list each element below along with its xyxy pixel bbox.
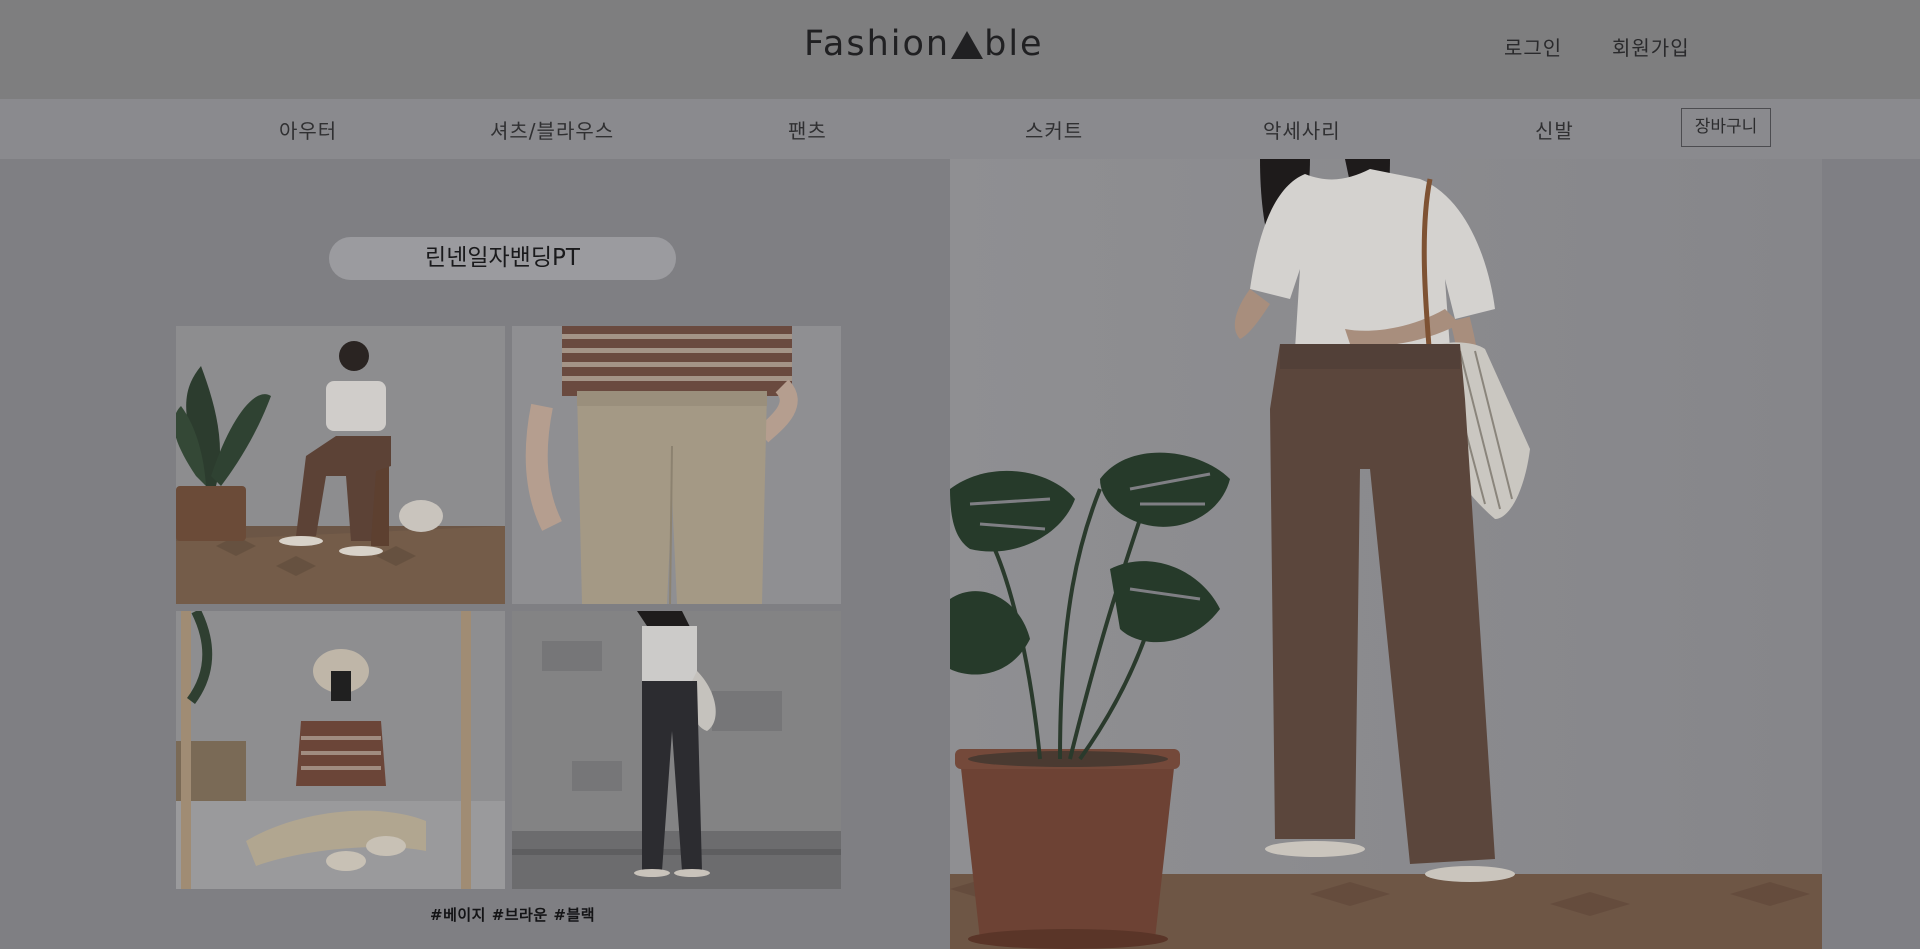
product-thumbnail-mirror-selfie[interactable] [176, 611, 505, 889]
cart-button[interactable]: 장바구니 [1681, 108, 1771, 147]
product-thumbnail-brown-sitting[interactable] [176, 326, 505, 604]
nav-item-accessories[interactable]: 악세사리 [1263, 115, 1341, 144]
signup-link[interactable]: 회원가입 [1612, 32, 1690, 61]
nav-item-shoes[interactable]: 신발 [1535, 115, 1574, 144]
site-header: Fashion ble 로그인 회원가입 [0, 0, 1920, 99]
nav-item-outer[interactable]: 아우터 [279, 115, 337, 144]
color-tags: #베이지 #브라운 #블랙 [430, 906, 596, 924]
site-logo[interactable]: Fashion ble [804, 24, 1044, 64]
product-title: 린넨일자밴딩PT [329, 237, 676, 280]
nav-item-skirts[interactable]: 스커트 [1025, 115, 1083, 144]
product-thumbnail-black-standing[interactable] [512, 611, 841, 889]
nav-item-shirts-blouses[interactable]: 셔츠/블라우스 [490, 115, 614, 144]
logo-text-left: Fashion [804, 24, 951, 64]
product-hero-image[interactable] [950, 159, 1822, 949]
category-nav: 아우터 셔츠/블라우스 팬츠 스커트 악세사리 신발 [0, 99, 1920, 159]
nav-item-pants[interactable]: 팬츠 [788, 115, 827, 144]
logo-triangle-icon [951, 31, 984, 59]
login-link[interactable]: 로그인 [1504, 32, 1562, 61]
logo-text-right: ble [984, 24, 1044, 64]
product-thumbnail-beige-closeup[interactable] [512, 326, 841, 604]
